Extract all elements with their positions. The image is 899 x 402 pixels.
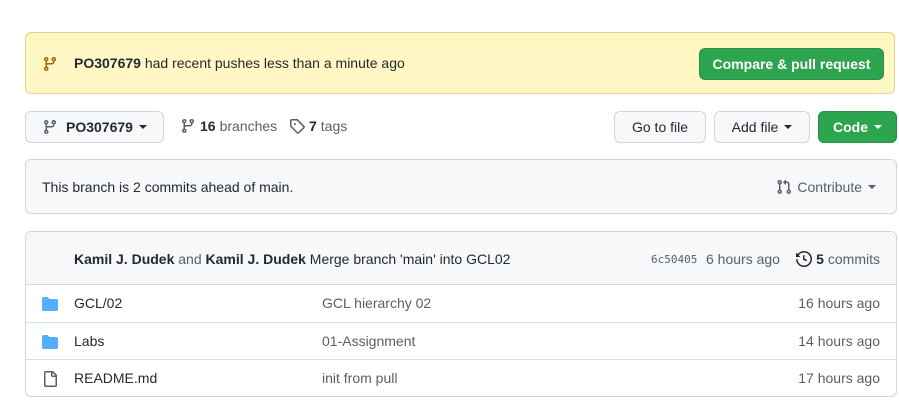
go-to-file-button[interactable]: Go to file [614,111,706,143]
file-commit-message[interactable]: GCL hierarchy 02 [322,295,431,311]
banner-text: had recent pushes less than a minute ago [144,55,405,71]
branch-selector-button[interactable]: PO307679 [25,111,164,143]
file-commit-message[interactable]: 01-Assignment [322,333,415,349]
file-name[interactable]: GCL/02 [74,295,122,311]
banner-branch-name[interactable]: PO307679 [74,55,141,71]
history-icon [796,251,813,267]
chevron-down-icon [784,125,793,129]
git-branch-icon [181,119,194,134]
tags-link[interactable]: 7 tags [289,118,347,134]
branches-link[interactable]: 16 branches [180,118,277,134]
tag-icon [290,119,305,134]
code-label: Code [833,119,868,135]
tags-count: 7 [309,118,317,134]
file-age: 14 hours ago [798,333,880,349]
file-icon [44,371,57,387]
tags-label: tags [320,118,348,134]
file-commit-message[interactable]: init from pull [322,370,397,386]
contribute-label: Contribute [797,179,862,195]
commit-sha[interactable]: 6c50405 [651,253,697,266]
commit-author-1[interactable]: Kamil J. Dudek [74,251,174,267]
git-branch-icon [43,120,56,135]
file-row[interactable]: GCL/02 GCL hierarchy 02 16 hours ago [26,285,896,322]
file-age: 16 hours ago [798,295,880,311]
commits-label: commits [827,251,880,267]
code-button[interactable]: Code [818,111,897,143]
branch-selector-label: PO307679 [66,119,133,135]
pull-request-icon [777,179,792,195]
compare-pull-request-button[interactable]: Compare & pull request [699,48,884,80]
commit-author-2[interactable]: Kamil J. Dudek [206,251,306,267]
folder-icon [42,335,58,349]
add-file-button[interactable]: Add file [714,111,810,143]
commit-authors: Kamil J. Dudek and Kamil J. Dudek Merge … [74,251,510,267]
commits-link[interactable]: 5 commits [796,251,880,267]
file-age: 17 hours ago [798,370,880,386]
commit-time: 6 hours ago [706,251,780,267]
branches-count: 16 [200,118,216,134]
commit-message[interactable]: Merge branch 'main' into GCL02 [310,251,511,267]
add-file-label: Add file [731,119,779,135]
commits-count: 5 [816,251,824,267]
file-row[interactable]: README.md init from pull 17 hours ago [26,359,896,396]
chevron-down-icon [874,125,882,129]
latest-commit-bar: Kamil J. Dudek and Kamil J. Dudek Merge … [26,232,896,285]
branch-ahead-text: This branch is 2 commits ahead of main. [42,179,294,195]
recent-pushes-banner: PO307679 had recent pushes less than a m… [25,32,895,94]
git-branch-icon [43,57,56,72]
commit-and: and [178,251,202,267]
branches-label: branches [219,118,278,134]
file-name[interactable]: Labs [74,333,104,349]
chevron-down-icon [138,125,147,129]
file-row[interactable]: Labs 01-Assignment 14 hours ago [26,322,896,359]
branch-ahead-box: This branch is 2 commits ahead of main. … [25,159,897,214]
chevron-down-icon [868,185,876,189]
folder-icon [42,297,58,311]
contribute-button[interactable]: Contribute [776,179,876,195]
banner-message: PO307679 had recent pushes less than a m… [74,55,405,71]
file-list: Kamil J. Dudek and Kamil J. Dudek Merge … [25,231,897,397]
file-name[interactable]: README.md [74,370,157,386]
